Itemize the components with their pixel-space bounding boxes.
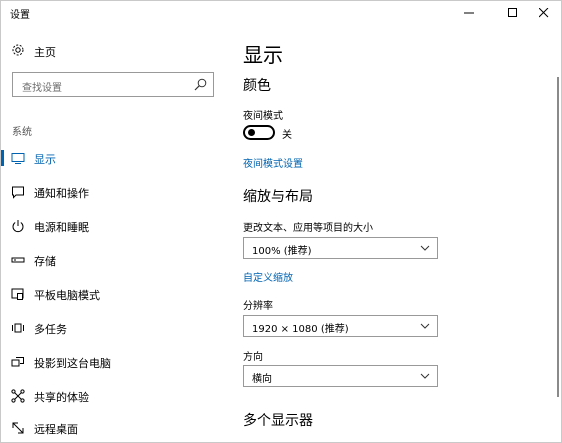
scale-value: 100% (推荐) xyxy=(252,246,312,257)
scrollbar-thumb[interactable] xyxy=(557,77,559,397)
section-heading-multiple-displays: 多个显示器 xyxy=(243,413,313,429)
title-bar: 设置 xyxy=(1,1,561,25)
page-title: 显示 xyxy=(243,43,283,67)
sidebar-item-remote-desktop[interactable]: 远程桌面 xyxy=(1,413,231,443)
maximize-button[interactable] xyxy=(496,1,530,25)
sidebar-item-label: 电源和睡眠 xyxy=(34,221,89,234)
tablet-mode-icon xyxy=(11,288,24,300)
sidebar-item-storage[interactable]: 存储 xyxy=(1,245,231,275)
sidebar-item-tablet-mode[interactable]: 平板电脑模式 xyxy=(1,279,231,309)
sidebar-item-label: 投影到这台电脑 xyxy=(34,357,111,370)
close-button[interactable] xyxy=(527,1,561,25)
sidebar-item-display[interactable]: 显示 xyxy=(1,143,231,173)
custom-scale-link[interactable]: 自定义缩放 xyxy=(243,269,293,284)
orientation-dropdown[interactable]: 横向 xyxy=(243,365,438,387)
scale-dropdown[interactable]: 100% (推荐) xyxy=(243,237,438,259)
sidebar-item-label: 显示 xyxy=(34,153,56,166)
sidebar-item-notifications[interactable]: 通知和操作 xyxy=(1,177,231,207)
section-heading-color: 颜色 xyxy=(243,78,271,94)
projecting-icon xyxy=(11,357,24,367)
sidebar-item-label: 通知和操作 xyxy=(34,187,89,200)
notification-icon xyxy=(12,186,24,199)
minimize-icon xyxy=(464,12,474,14)
shared-experiences-icon xyxy=(11,389,25,403)
home-label: 主页 xyxy=(34,46,56,59)
minimize-button[interactable] xyxy=(452,1,486,25)
sidebar: 主页 查找设置 系统 显示 通知和操作 电源和睡眠 存储 平板电脑模式 多任务 … xyxy=(1,25,231,442)
search-input[interactable]: 查找设置 xyxy=(12,72,214,97)
gear-icon xyxy=(12,44,24,56)
chevron-down-icon xyxy=(420,245,430,251)
chevron-down-icon xyxy=(420,323,430,329)
monitor-icon xyxy=(11,153,25,164)
search-placeholder: 查找设置 xyxy=(22,83,62,94)
home-link[interactable]: 主页 xyxy=(1,40,231,62)
sidebar-item-label: 多任务 xyxy=(34,323,67,336)
section-label-system: 系统 xyxy=(12,127,32,138)
sidebar-item-projecting[interactable]: 投影到这台电脑 xyxy=(1,347,231,377)
selection-indicator xyxy=(1,150,4,166)
orientation-value: 横向 xyxy=(252,374,272,385)
resolution-value: 1920 × 1080 (推荐) xyxy=(252,324,349,335)
toggle-knob xyxy=(248,129,255,136)
multitasking-icon xyxy=(12,323,24,333)
storage-icon xyxy=(11,257,25,263)
settings-window: 设置 主页 查找设置 系统 显示 通知和操作 电源和睡眠 存储 平板电脑模式 多… xyxy=(0,0,562,443)
window-title: 设置 xyxy=(10,10,30,21)
sidebar-item-label: 平板电脑模式 xyxy=(34,289,100,302)
sidebar-item-label: 远程桌面 xyxy=(34,423,78,436)
search-icon xyxy=(194,78,207,91)
resolution-dropdown[interactable]: 1920 × 1080 (推荐) xyxy=(243,315,438,337)
section-heading-scale: 缩放与布局 xyxy=(243,189,313,205)
sidebar-item-power[interactable]: 电源和睡眠 xyxy=(1,211,231,241)
night-mode-state: 关 xyxy=(282,130,292,141)
sidebar-item-shared-experiences[interactable]: 共享的体验 xyxy=(1,381,231,411)
sidebar-item-label: 存储 xyxy=(34,255,56,268)
orientation-label: 方向 xyxy=(243,352,263,363)
sidebar-item-multitasking[interactable]: 多任务 xyxy=(1,313,231,343)
power-icon xyxy=(12,220,24,233)
resolution-label: 分辨率 xyxy=(243,301,273,312)
sidebar-item-label: 共享的体验 xyxy=(34,391,89,404)
night-mode-label: 夜间模式 xyxy=(243,111,283,122)
close-icon xyxy=(539,8,549,18)
remote-desktop-icon xyxy=(12,422,24,434)
scale-label: 更改文本、应用等项目的大小 xyxy=(243,223,373,234)
maximize-icon xyxy=(508,8,517,17)
scrollbar[interactable] xyxy=(553,25,562,442)
night-mode-settings-link[interactable]: 夜间模式设置 xyxy=(243,155,303,170)
night-mode-toggle[interactable] xyxy=(243,125,275,140)
main-content: 显示 颜色 夜间模式 关 夜间模式设置 缩放与布局 更改文本、应用等项目的大小 … xyxy=(231,25,553,442)
chevron-down-icon xyxy=(420,373,430,379)
